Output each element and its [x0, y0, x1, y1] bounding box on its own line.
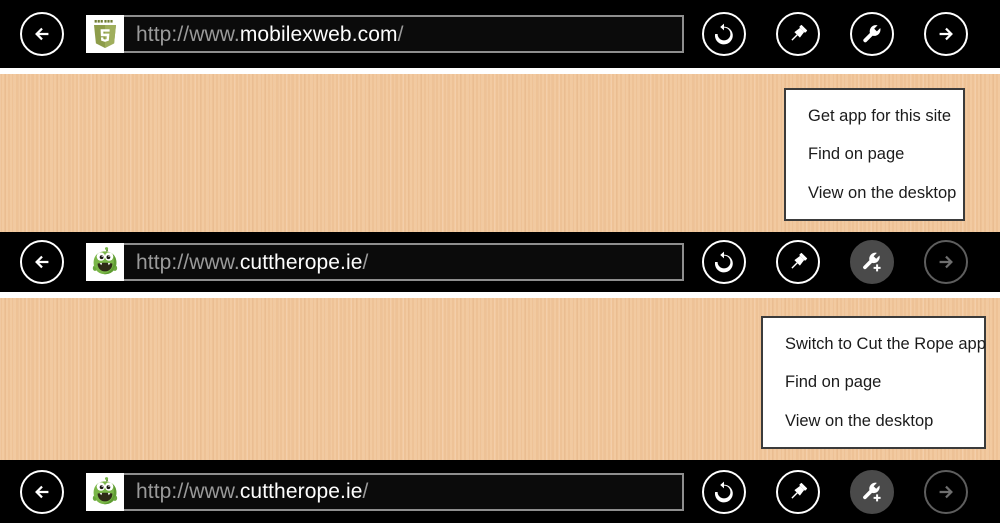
html5-shield-icon [93, 19, 117, 48]
url-host: mobilexweb.com [239, 22, 398, 46]
wrench-plus-icon [863, 482, 881, 501]
refresh-button[interactable] [702, 240, 746, 284]
menu-item-find-on-page[interactable]: Find on page [808, 135, 963, 174]
forward-button[interactable]: Forward [924, 12, 968, 56]
pin-icon [791, 24, 808, 41]
forward-button-disabled[interactable] [924, 240, 968, 284]
url-input-1[interactable]: http://www.mobilexweb.com/ [124, 15, 684, 53]
refresh-button[interactable]: Refresh [702, 12, 746, 56]
back-button[interactable] [20, 240, 64, 284]
pin-button[interactable]: Pin site [776, 12, 820, 56]
page-tools-button-active[interactable] [850, 240, 894, 284]
pin-button[interactable] [776, 240, 820, 284]
browser-toolbar-3: http://www.cuttherope.ie/ [0, 460, 1000, 523]
url-host: cuttherope.ie [239, 480, 363, 503]
refresh-icon [714, 481, 733, 502]
url-input-3[interactable]: http://www.cuttherope.ie/ [124, 472, 684, 511]
page-tools-menu-1[interactable]: Get app for this site Find on page View … [784, 88, 965, 221]
browser-toolbar-2: http://www.cuttherope.ie/ [0, 232, 1000, 292]
om-nom-icon [92, 247, 118, 275]
html5-shield-favicon [86, 15, 124, 53]
toolbar-actions-1: Refresh Pin site Page tools [702, 12, 968, 56]
browser-toolbar-1: Back [0, 0, 1000, 68]
back-button[interactable]: Back [20, 12, 64, 56]
refresh-icon [714, 23, 733, 45]
menu-item-find-on-page[interactable]: Find on page [785, 363, 984, 402]
back-button[interactable] [20, 469, 64, 514]
pin-icon [791, 482, 808, 499]
url-path: / [397, 22, 404, 46]
address-bar-2[interactable]: http://www.cuttherope.ie/ [86, 242, 684, 282]
om-nom-favicon [86, 243, 124, 281]
menu-item-get-app[interactable]: Get app for this site [808, 97, 963, 136]
url-host: cuttherope.ie [239, 250, 363, 274]
pin-icon [791, 252, 808, 269]
url-path: / [362, 480, 369, 503]
toolbar-actions-3 [702, 469, 968, 514]
screenshot-root: Back [0, 0, 1000, 523]
om-nom-icon [92, 476, 118, 504]
arrow-left-icon [35, 485, 49, 498]
wrench-plus-icon [863, 252, 881, 272]
url-input-2[interactable]: http://www.cuttherope.ie/ [124, 243, 684, 281]
menu-item-view-on-desktop[interactable]: View on the desktop [785, 402, 984, 441]
url-scheme: http://www. [136, 480, 240, 503]
url-scheme: http://www. [136, 250, 240, 274]
page-tools-menu-2[interactable]: Switch to Cut the Rope app Find on page … [761, 316, 986, 449]
menu-item-switch-to-app[interactable]: Switch to Cut the Rope app [785, 325, 986, 364]
forward-button-disabled[interactable] [924, 469, 968, 514]
url-scheme: http://www. [136, 22, 240, 46]
pin-button[interactable] [776, 469, 820, 514]
menu-item-view-on-desktop[interactable]: View on the desktop [808, 174, 963, 213]
page-tools-button-active[interactable] [850, 469, 894, 514]
address-bar-3[interactable]: http://www.cuttherope.ie/ [86, 472, 684, 512]
toolbar-actions-2 [702, 240, 968, 284]
arrow-right-icon [939, 27, 953, 41]
refresh-button[interactable] [702, 469, 746, 514]
arrow-right-icon [939, 255, 953, 269]
arrow-left-icon [35, 27, 49, 41]
om-nom-favicon [86, 472, 124, 511]
url-path: / [362, 250, 369, 274]
refresh-icon [714, 251, 733, 273]
wrench-icon [863, 25, 881, 43]
page-tools-button[interactable]: Page tools [850, 12, 894, 56]
address-bar-1[interactable]: http://www.mobilexweb.com/ [86, 14, 684, 54]
arrow-left-icon [35, 255, 49, 269]
arrow-right-icon [939, 485, 953, 498]
